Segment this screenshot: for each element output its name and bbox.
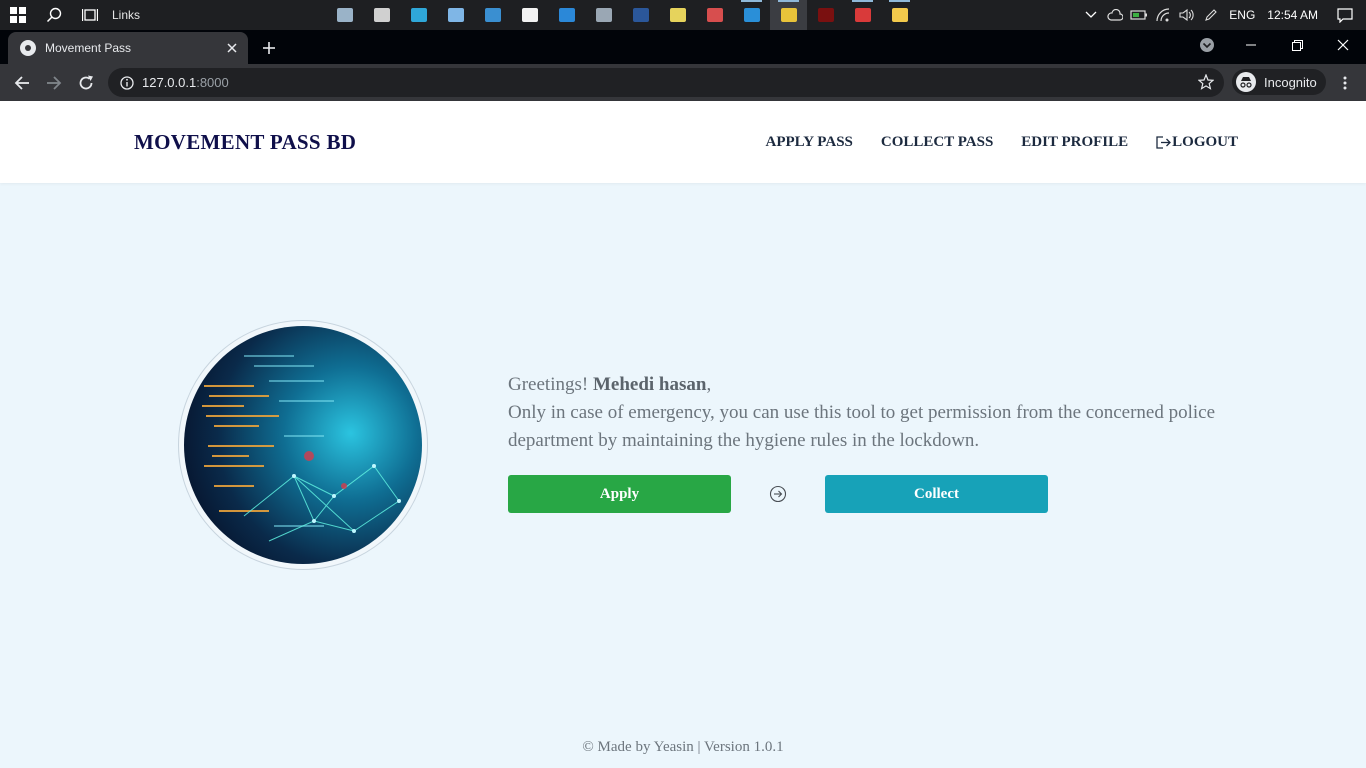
logout-label: LOGOUT — [1172, 134, 1238, 150]
input-language[interactable]: ENG — [1223, 8, 1261, 22]
clock[interactable]: 12:54 AM — [1261, 8, 1324, 22]
mail-app-icon[interactable] — [548, 0, 585, 30]
store-glyph — [521, 8, 538, 22]
windows-start-icon[interactable] — [0, 0, 36, 30]
site-navbar: MOVEMENT PASS BD APPLY PASS COLLECT PASS… — [0, 101, 1366, 183]
nav-links: APPLY PASS COLLECT PASS EDIT PROFILE LOG… — [738, 134, 1239, 151]
remote-desktop-glyph — [484, 8, 501, 22]
apply-button[interactable]: Apply — [508, 475, 731, 513]
edge-app-icon[interactable] — [400, 0, 437, 30]
nav-apply-pass[interactable]: APPLY PASS — [766, 134, 853, 151]
chrome-glyph — [780, 8, 797, 22]
user-name: Mehedi hasan — [592, 374, 707, 395]
sticky-notes-app-icon[interactable] — [659, 0, 696, 30]
word-app-icon[interactable] — [622, 0, 659, 30]
collect-button[interactable]: Collect — [825, 475, 1048, 513]
search-icon[interactable] — [36, 0, 72, 30]
photos-app-icon[interactable] — [326, 0, 363, 30]
address-bar[interactable]: 127.0.0.1:8000 — [108, 68, 1224, 97]
nav-logout[interactable]: LOGOUT — [1156, 134, 1238, 151]
tab-favicon-icon — [20, 40, 36, 56]
restore-icon[interactable] — [1274, 30, 1320, 60]
store-app-icon[interactable] — [511, 0, 548, 30]
cmd-app-icon[interactable] — [363, 0, 400, 30]
browser-tab[interactable]: Movement Pass — [8, 32, 248, 64]
new-tab-icon[interactable] — [258, 37, 280, 59]
windows-taskbar: Links ENG 12:54 AM — [0, 0, 1366, 30]
file-explorer-app-icon[interactable] — [881, 0, 918, 30]
incognito-label: Incognito — [1264, 74, 1317, 90]
vscode-glyph — [743, 8, 760, 22]
greeting-text: Greetings! — [508, 374, 593, 395]
minimize-icon[interactable] — [1228, 30, 1274, 60]
opera-glyph — [817, 8, 834, 22]
calculator-app-icon[interactable] — [585, 0, 622, 30]
pinned-apps — [326, 0, 918, 30]
photos-glyph — [336, 8, 353, 22]
task-view-icon[interactable] — [72, 0, 108, 30]
arrow-right-circle-icon — [769, 485, 787, 503]
mail-glyph — [558, 8, 575, 22]
tab-close-icon[interactable] — [224, 40, 240, 56]
incognito-icon — [1236, 72, 1256, 92]
hero-image — [178, 320, 428, 570]
info-text: Only in case of emergency, you can use t… — [508, 402, 1216, 451]
welcome-message: Greetings! Mehedi hasan, Only in case of… — [508, 371, 1228, 455]
cloud-icon[interactable] — [1103, 0, 1127, 30]
notepad-app-icon[interactable] — [437, 0, 474, 30]
remote-desktop-app-icon[interactable] — [474, 0, 511, 30]
tab-search-icon[interactable] — [1184, 30, 1230, 60]
close-window-icon[interactable] — [1320, 30, 1366, 60]
reload-icon[interactable] — [72, 69, 100, 97]
vscode-app-icon[interactable] — [733, 0, 770, 30]
site-info-icon[interactable] — [120, 75, 134, 90]
brand-logo[interactable]: MOVEMENT PASS BD — [134, 130, 356, 155]
browser-tab-strip: Movement Pass — [0, 30, 1366, 64]
browser-toolbar: 127.0.0.1:8000 Incognito — [0, 64, 1366, 101]
chevron-up-icon[interactable] — [1079, 0, 1103, 30]
forward-arrow-icon[interactable] — [40, 69, 68, 97]
web-page: MOVEMENT PASS BD APPLY PASS COLLECT PASS… — [0, 101, 1366, 768]
record-app-icon[interactable] — [844, 0, 881, 30]
footer-credit: © Made by Yeasin | Version 1.0.1 — [582, 739, 784, 755]
pen-icon[interactable] — [1199, 0, 1223, 30]
opera-app-icon[interactable] — [807, 0, 844, 30]
url-text[interactable]: 127.0.0.1:8000 — [142, 75, 229, 90]
logout-icon — [1156, 136, 1172, 149]
volume-icon[interactable] — [1175, 0, 1199, 30]
file-explorer-glyph — [891, 8, 908, 22]
url-port: :8000 — [196, 75, 229, 90]
wifi-icon[interactable] — [1151, 0, 1175, 30]
bookmark-star-icon[interactable] — [1198, 74, 1214, 90]
notepad-glyph — [447, 8, 464, 22]
paint-app-icon[interactable] — [696, 0, 733, 30]
chrome-app-icon[interactable] — [770, 0, 807, 30]
greeting-line: Greetings! Mehedi hasan, — [508, 371, 1228, 399]
sticky-notes-glyph — [669, 8, 686, 22]
record-glyph — [854, 8, 871, 22]
word-glyph — [632, 8, 649, 22]
incognito-indicator[interactable]: Incognito — [1232, 69, 1326, 95]
code-network-image — [184, 326, 422, 564]
back-arrow-icon[interactable] — [8, 69, 36, 97]
tab-title: Movement Pass — [45, 41, 132, 55]
greeting-suffix: , — [706, 374, 712, 395]
cmd-glyph — [373, 8, 390, 22]
paint-glyph — [706, 8, 723, 22]
calculator-glyph — [595, 8, 612, 22]
edge-glyph — [410, 8, 427, 22]
notification-icon[interactable] — [1324, 0, 1366, 30]
links-toolbar-label[interactable]: Links — [112, 8, 140, 22]
nav-collect-pass[interactable]: COLLECT PASS — [881, 134, 993, 151]
nav-edit-profile[interactable]: EDIT PROFILE — [1021, 134, 1128, 151]
url-host: 127.0.0.1 — [142, 75, 197, 90]
browser-menu-icon[interactable] — [1331, 69, 1359, 97]
battery-icon[interactable] — [1127, 0, 1151, 30]
